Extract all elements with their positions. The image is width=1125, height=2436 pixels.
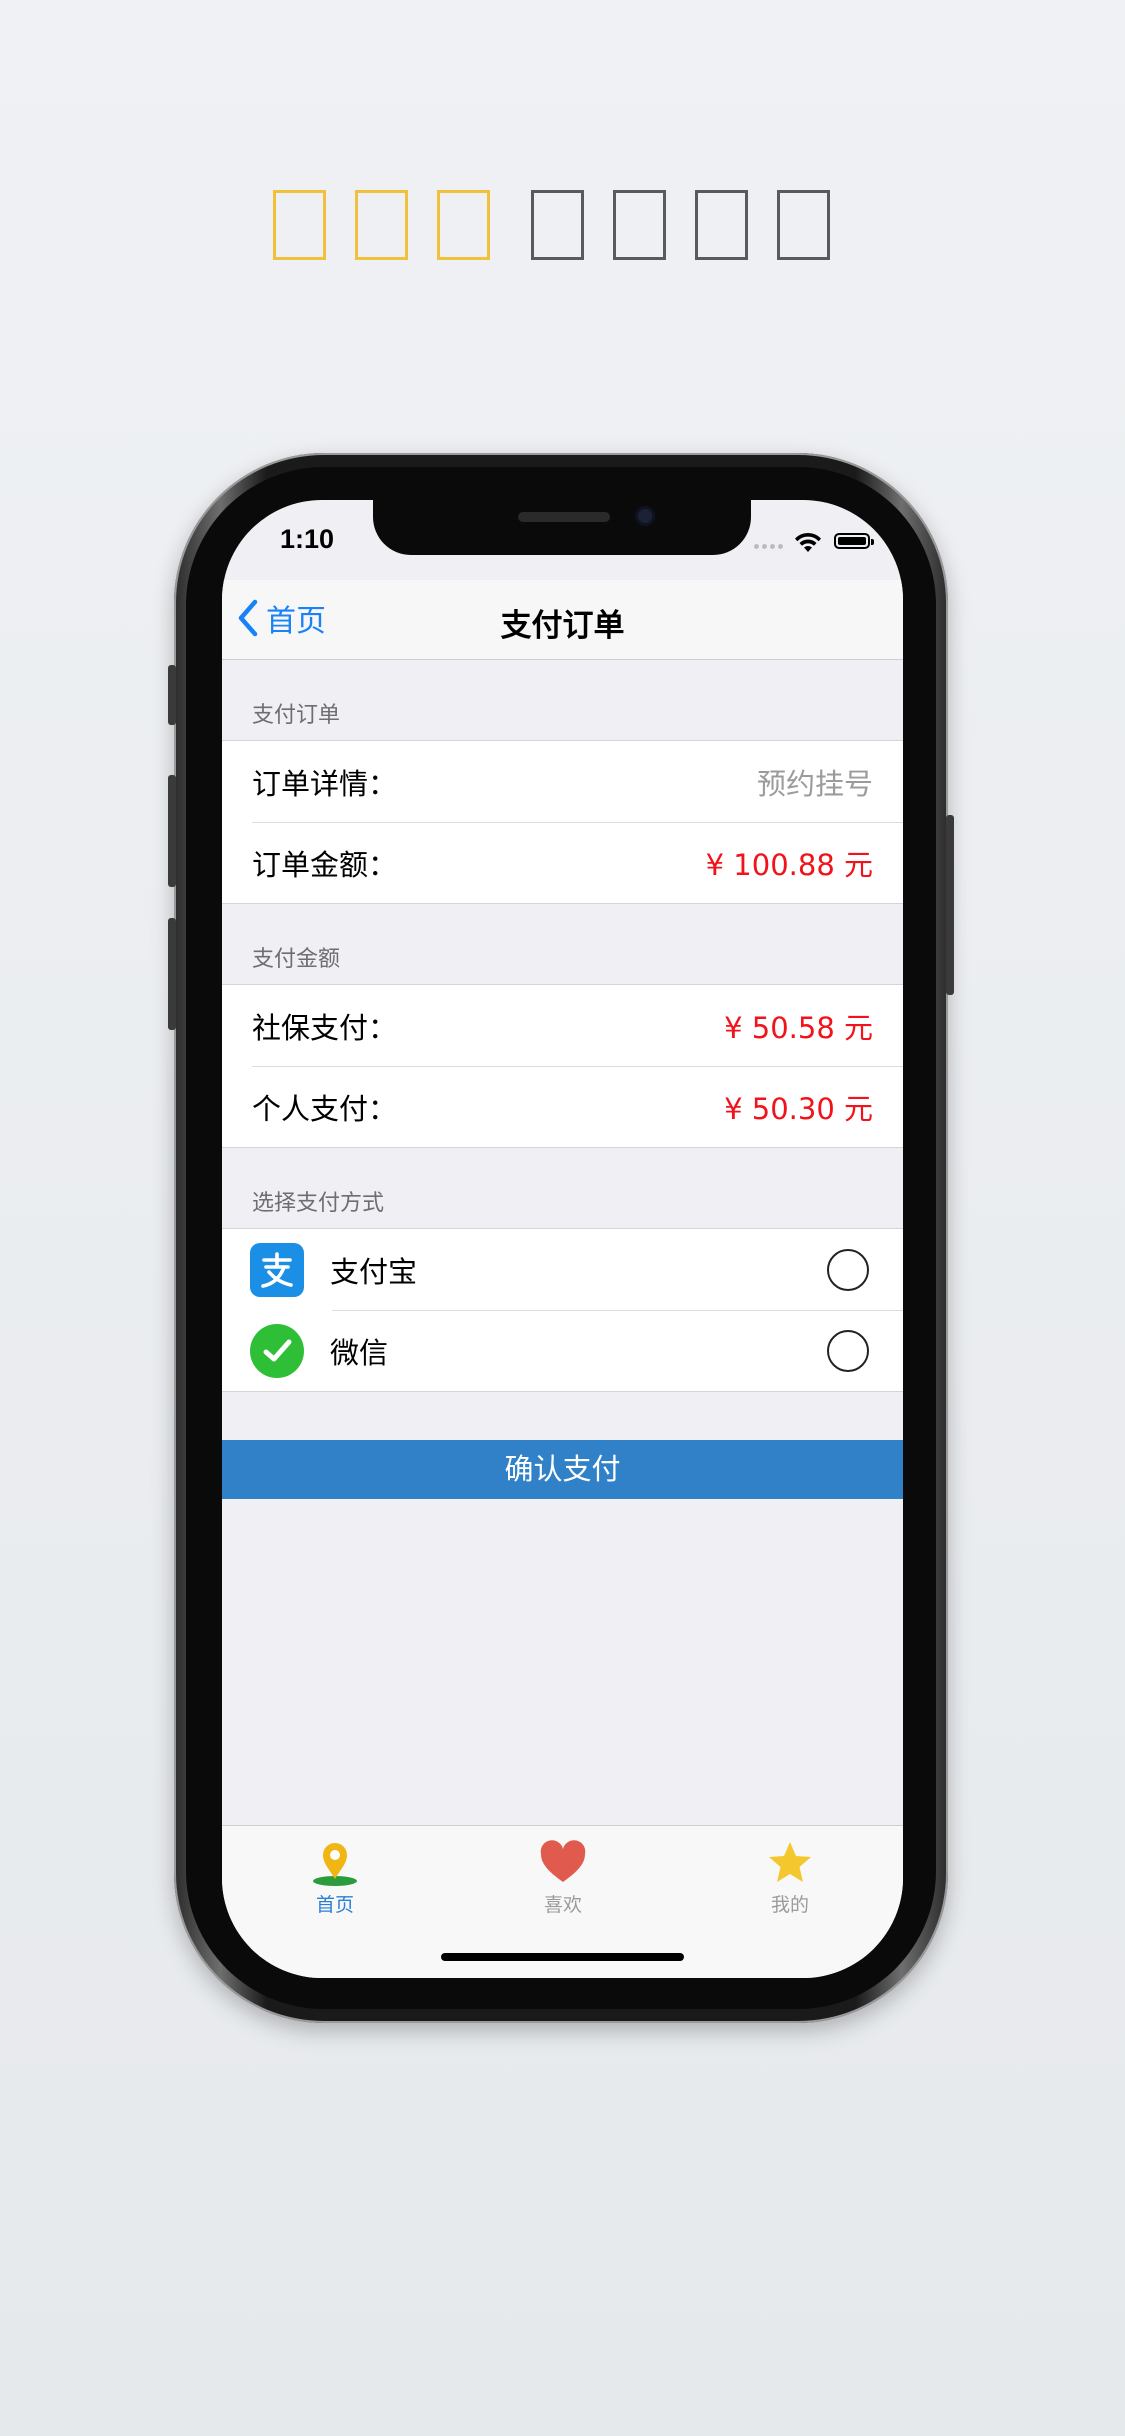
tab-mine[interactable]: 我的 bbox=[730, 1836, 850, 1917]
header-boxes bbox=[273, 190, 830, 260]
phone-volume-down bbox=[168, 918, 176, 1030]
wifi-icon bbox=[795, 532, 821, 552]
navigation-bar: 首页 支付订单 bbox=[222, 580, 903, 660]
star-icon bbox=[769, 1842, 811, 1882]
header-box-7 bbox=[777, 190, 830, 260]
status-time: 1:10 bbox=[280, 524, 335, 554]
header-box-6 bbox=[695, 190, 748, 260]
phone-power-button bbox=[946, 815, 954, 995]
speaker-grille bbox=[518, 512, 610, 522]
header-box-4 bbox=[531, 190, 584, 260]
order-group: 订单详情： 预约挂号 订单金额： ¥ 100.88 元 bbox=[222, 740, 903, 904]
order-amount-value: ¥ 100.88 元 bbox=[705, 847, 873, 882]
section-header-order: 支付订单 bbox=[252, 703, 341, 728]
front-camera bbox=[635, 506, 655, 526]
header-box-2 bbox=[355, 190, 408, 260]
personal-payment-value: ¥ 50.30 元 bbox=[724, 1091, 873, 1126]
social-insurance-value: ¥ 50.58 元 bbox=[724, 1010, 873, 1045]
phone-mute-switch bbox=[168, 665, 176, 725]
payment-option-alipay[interactable]: 支付宝 bbox=[222, 1229, 903, 1310]
payment-method-group: 支付宝 微信 bbox=[222, 1228, 903, 1392]
battery-icon bbox=[834, 533, 874, 549]
map-pin-icon bbox=[313, 1843, 357, 1886]
order-detail-value: 预约挂号 bbox=[756, 766, 873, 801]
tab-home-label: 首页 bbox=[315, 1894, 354, 1916]
personal-payment-label: 个人支付： bbox=[252, 1091, 398, 1126]
amount-group: 社保支付： ¥ 50.58 元 个人支付： ¥ 50.30 元 bbox=[222, 984, 903, 1148]
header-box-3 bbox=[437, 190, 490, 260]
personal-payment-row: 个人支付： ¥ 50.30 元 bbox=[222, 1066, 903, 1147]
header-box-5 bbox=[613, 190, 666, 260]
header-box-1 bbox=[273, 190, 326, 260]
content: 支付订单 订单详情： 预约挂号 订单金额： ¥ 100.88 元 支付金额 社保… bbox=[222, 660, 903, 1392]
section-header-method: 选择支付方式 bbox=[252, 1191, 385, 1216]
payment-option-wechat[interactable]: 微信 bbox=[222, 1310, 903, 1391]
social-insurance-label: 社保支付： bbox=[252, 1010, 398, 1045]
tab-bar: 首页 喜欢 我的 bbox=[222, 1825, 903, 1978]
section-header-amount: 支付金额 bbox=[252, 947, 341, 972]
confirm-payment-button[interactable]: 确认支付 bbox=[222, 1440, 903, 1499]
page-title: 支付订单 bbox=[500, 608, 625, 644]
order-detail-label: 订单详情： bbox=[252, 766, 398, 801]
social-insurance-row: 社保支付： ¥ 50.58 元 bbox=[222, 985, 903, 1066]
wechat-label: 微信 bbox=[330, 1335, 389, 1370]
signal-dots-icon bbox=[754, 544, 783, 549]
alipay-label: 支付宝 bbox=[330, 1254, 418, 1289]
tab-mine-label: 我的 bbox=[770, 1894, 809, 1916]
alipay-radio[interactable] bbox=[827, 1248, 869, 1291]
home-indicator bbox=[441, 1953, 684, 1961]
wechat-radio[interactable] bbox=[827, 1329, 869, 1372]
order-amount-row: 订单金额： ¥ 100.88 元 bbox=[222, 822, 903, 903]
heart-icon bbox=[540, 1840, 586, 1882]
tab-favorites[interactable]: 喜欢 bbox=[503, 1836, 623, 1917]
wechat-icon bbox=[250, 1323, 304, 1378]
alipay-icon bbox=[250, 1242, 304, 1297]
phone-volume-up bbox=[168, 775, 176, 887]
tab-home[interactable]: 首页 bbox=[275, 1836, 395, 1917]
tab-favorites-label: 喜欢 bbox=[543, 1894, 582, 1916]
notch bbox=[373, 500, 751, 555]
phone-screen: 1:10 首页 支付订单 支付订单 订单详情： 预约挂号 订单金额： ¥ 100… bbox=[222, 500, 903, 1978]
order-amount-label: 订单金额： bbox=[252, 847, 398, 882]
order-detail-row: 订单详情： 预约挂号 bbox=[222, 741, 903, 822]
